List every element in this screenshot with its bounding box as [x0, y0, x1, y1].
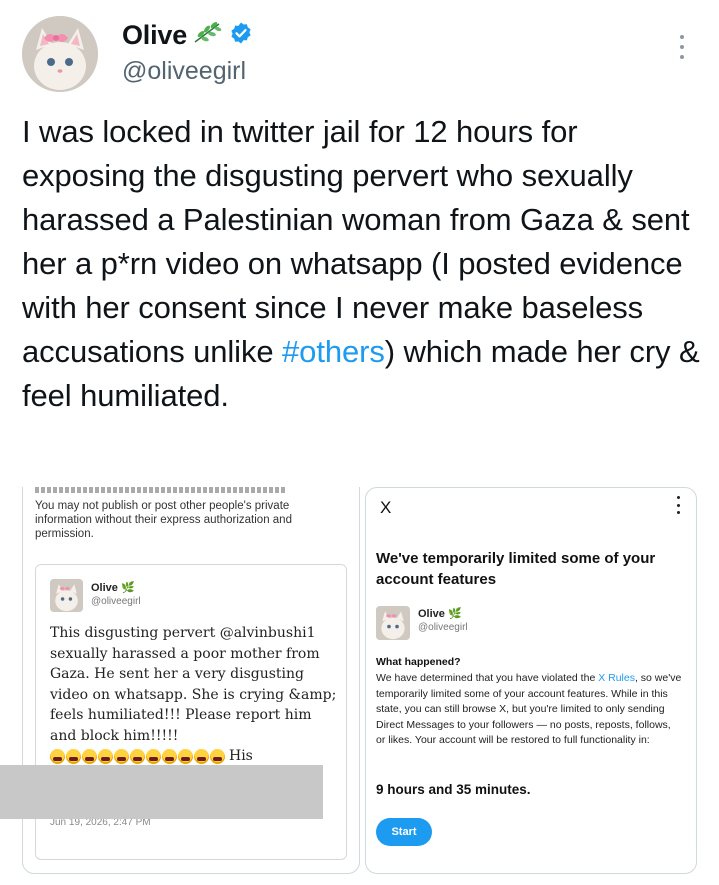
close-icon[interactable]: X [380, 498, 391, 518]
crying-face-icon [50, 748, 65, 764]
hashtag-link[interactable]: #others [282, 334, 385, 369]
notice-avatar [376, 606, 410, 640]
start-button[interactable]: Start [376, 818, 432, 846]
avatar[interactable] [22, 16, 98, 92]
redaction-block [0, 765, 323, 819]
kebab-menu-icon[interactable] [675, 496, 681, 514]
author-handle[interactable]: @oliveegirl [122, 57, 246, 86]
media-image-right[interactable]: X We've temporarily limited some of your… [365, 487, 697, 874]
display-name[interactable]: Olive [122, 20, 187, 51]
crying-face-icon [98, 748, 113, 764]
notice-author-name: Olive 🌿 [418, 608, 462, 620]
quoted-avatar [50, 579, 83, 612]
crying-face-icon [194, 748, 209, 764]
quoted-tail: His [229, 748, 253, 764]
notice-author-handle: @oliveegirl [418, 622, 468, 633]
herb-icon [193, 20, 223, 51]
more-options-button[interactable] [672, 32, 692, 62]
crying-face-icon [66, 748, 81, 764]
crying-face-icon [210, 748, 225, 764]
verified-badge-icon [229, 21, 253, 50]
emoji-row [50, 748, 225, 764]
quoted-handle: @oliveegirl [91, 596, 141, 607]
quoted-body: This disgusting pervert @alvinbushi1 sex… [50, 625, 337, 744]
notice-body: We have determined that you have violate… [376, 672, 682, 746]
policy-text: You may not publish or post other people… [35, 500, 292, 540]
crying-face-icon [146, 748, 161, 764]
quoted-display-name: Olive 🌿 [91, 582, 135, 594]
dot-icon [680, 35, 684, 39]
crying-face-icon [82, 748, 97, 764]
time-remaining: 9 hours and 35 minutes. [376, 782, 531, 797]
dot-icon [680, 45, 684, 49]
crying-face-icon [114, 748, 129, 764]
limit-notice-title: We've temporarily limited some of your a… [376, 550, 656, 588]
crying-face-icon [130, 748, 145, 764]
tweet-text-part1: I was locked in twitter jail for 12 hour… [22, 114, 690, 369]
cropped-text-line [35, 487, 285, 493]
crying-face-icon [162, 748, 177, 764]
crying-face-icon [178, 748, 193, 764]
author-name-row: Olive [122, 20, 253, 51]
cat-avatar-image [22, 16, 98, 92]
quoted-text: This disgusting pervert @alvinbushi1 sex… [50, 623, 342, 767]
dot-icon [680, 55, 684, 59]
x-rules-link[interactable]: X Rules [598, 672, 635, 684]
tweet-text: I was locked in twitter jail for 12 hour… [22, 110, 702, 418]
what-happened-heading: What happened? [376, 656, 461, 668]
